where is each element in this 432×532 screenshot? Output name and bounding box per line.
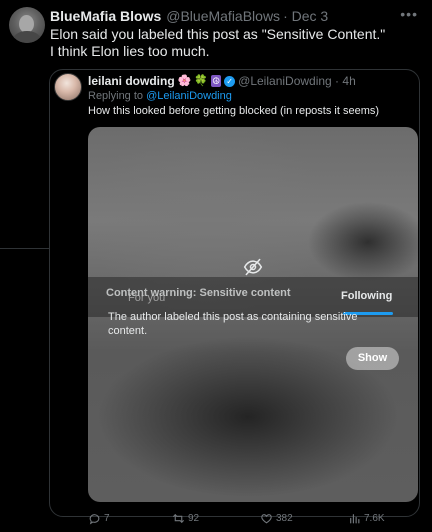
quoted-handle-time[interactable]: @LeilaniDowding · 4h (238, 74, 356, 88)
replying-to-handle[interactable]: @LeilaniDowding (146, 90, 232, 102)
reply-count: 7 (104, 513, 110, 524)
like-button[interactable]: 382 (260, 512, 293, 525)
tweet-text: Elon said you labeled this post as "Sens… (50, 26, 420, 60)
verified-badge-icon: ✓ (224, 75, 236, 87)
tab-following[interactable]: Following (341, 290, 392, 302)
replying-to: Replying to @LeilaniDowding (88, 90, 232, 102)
heart-icon (261, 514, 272, 524)
repost-count: 92 (188, 513, 200, 524)
tweet-text-line: Elon said you labeled this post as "Sens… (50, 26, 386, 42)
author-handle[interactable]: @BlueMafiaBlows (166, 8, 280, 24)
eye-slash-icon (243, 258, 263, 276)
author-name[interactable]: BlueMafia Blows (50, 8, 161, 24)
tweet-text-line: I think Elon lies too much. (50, 43, 210, 59)
blurred-media[interactable]: Content warning: Sensitive content For y… (88, 127, 418, 502)
like-count: 382 (276, 513, 293, 524)
quoted-header: leilani dowding 🌸 🍀 ☮ ✓ @LeilaniDowding … (88, 74, 356, 88)
author-avatar[interactable] (9, 7, 45, 43)
quoted-text: How this looked before getting blocked (… (88, 105, 380, 117)
repost-button[interactable]: 92 (172, 512, 199, 525)
tweet[interactable]: BlueMafia Blows @BlueMafiaBlows · Dec 3 … (0, 0, 432, 532)
quoted-author-avatar[interactable] (54, 73, 82, 101)
tab-for-you[interactable]: For you (128, 292, 165, 304)
quoted-author-name[interactable]: leilani dowding (88, 74, 175, 88)
tweet-date[interactable]: · Dec 3 (283, 8, 328, 24)
views-chart-icon (350, 514, 360, 524)
flower-emoji-icon: 🌸 (177, 75, 192, 87)
reply-icon (89, 514, 100, 525)
clover-emoji-icon: 🍀 (194, 75, 209, 87)
quoted-tweet[interactable]: leilani dowding 🌸 🍀 ☮ ✓ @LeilaniDowding … (49, 69, 420, 525)
show-button[interactable]: Show (346, 347, 399, 370)
reply-button[interactable]: 7 (88, 512, 110, 525)
more-icon[interactable]: ••• (400, 6, 418, 22)
content-warning-body: The author labeled this post as containi… (108, 311, 358, 337)
views-button[interactable]: 7.6K (348, 512, 385, 525)
divider (0, 248, 49, 249)
avatar-shoulders (13, 31, 41, 43)
peace-emoji-icon: ☮ (211, 75, 222, 87)
repost-icon (173, 513, 184, 524)
replying-to-label: Replying to (88, 90, 147, 102)
tweet-header: BlueMafia Blows @BlueMafiaBlows · Dec 3 (50, 8, 328, 24)
view-count: 7.6K (364, 513, 385, 524)
action-bar: 7 92 382 7.6K (88, 512, 428, 530)
